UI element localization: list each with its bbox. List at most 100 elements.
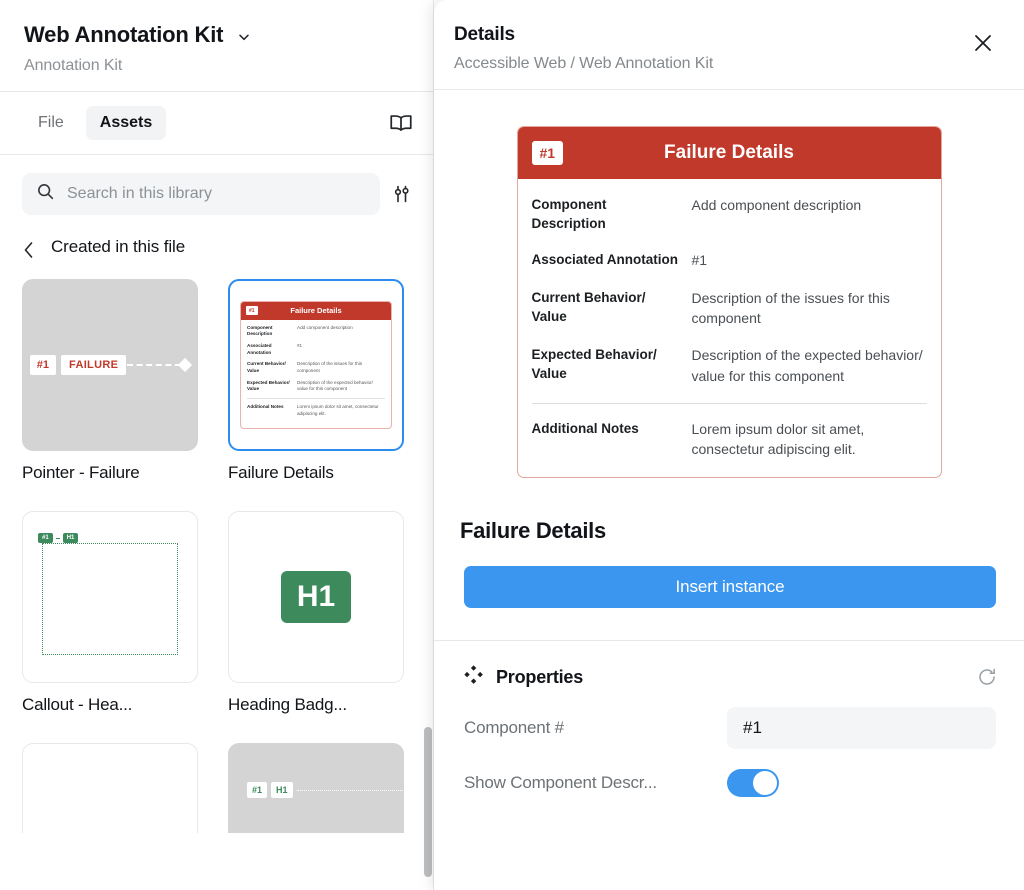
callout-heading-graphic: #1 H1	[34, 531, 186, 663]
library-panel: Web Annotation Kit Annotation Kit File A…	[0, 0, 434, 890]
failure-card-row-value: Add component description	[691, 197, 862, 213]
filter-sliders-icon[interactable]	[390, 182, 414, 206]
mini-row: Additional Notes Lorem ipsum dolor sit a…	[247, 404, 385, 417]
component-number-input[interactable]: #1	[727, 707, 996, 750]
tab-assets[interactable]: Assets	[85, 106, 167, 140]
asset-thumbnail-partial-callout[interactable]: #1 H1	[228, 743, 404, 833]
insert-instance-wrap: Insert instance	[434, 544, 1024, 609]
chevron-down-icon[interactable]	[237, 30, 251, 44]
component-name-heading: Failure Details	[460, 518, 606, 544]
show-component-description-toggle[interactable]	[727, 769, 779, 798]
failure-card-row: Expected Behavior/ Value Description of …	[532, 345, 927, 386]
failure-card-header: #1 Failure Details	[517, 127, 941, 179]
callout-heading-tag: H1	[271, 782, 293, 798]
failure-card-row-key: Current Behavior/ Value	[531, 289, 646, 324]
library-title: Web Annotation Kit	[24, 22, 224, 47]
properties-title: Properties	[496, 666, 584, 687]
chevron-left-icon[interactable]	[22, 241, 35, 258]
library-title-row[interactable]: Web Annotation Kit	[24, 22, 410, 48]
search-input[interactable]	[67, 185, 366, 203]
mini-card-title: Failure Details	[290, 306, 342, 316]
failure-card-row-key: Component Description	[531, 197, 607, 232]
tab-file[interactable]: File	[24, 106, 78, 140]
mini-card-separator	[247, 397, 385, 399]
asset-thumbnail-selected[interactable]: #1 Failure Details Component Description…	[228, 279, 404, 451]
book-icon[interactable]	[388, 110, 414, 136]
app-root: Web Annotation Kit Annotation Kit File A…	[0, 0, 1024, 890]
asset-item-heading-badge[interactable]: H1 Heading Badg...	[228, 511, 404, 715]
refresh-icon[interactable]	[976, 666, 998, 688]
pointer-line	[127, 364, 182, 366]
toggle-knob	[753, 771, 777, 796]
pointer-diamond-icon	[178, 357, 193, 373]
mini-row-value: Add component description	[297, 324, 353, 330]
asset-thumbnail[interactable]: #1 H1	[22, 511, 198, 683]
mini-row: Expected Behavior/ Value Description of …	[247, 380, 385, 393]
failure-details-card: #1 Failure Details Component Description…	[516, 126, 942, 479]
search-box[interactable]	[22, 173, 380, 215]
insert-instance-button[interactable]: Insert instance	[464, 566, 996, 609]
failure-card-row-key: Expected Behavior/ Value	[531, 347, 657, 382]
asset-thumbnail-partial-blank[interactable]	[22, 743, 198, 833]
callout-dotted-line	[296, 789, 403, 791]
details-breadcrumb: Accessible Web / Web Annotation Kit	[454, 55, 714, 72]
asset-label: Failure Details	[228, 463, 334, 482]
asset-thumbnail[interactable]: #1 FAILURE	[22, 279, 198, 451]
property-row-show-component-description: Show Component Descr...	[434, 749, 1024, 798]
property-label: Show Component Descr...	[464, 773, 657, 793]
mini-row: Current Behavior/ Value Description of t…	[247, 361, 385, 374]
mini-row: Component Description Add component desc…	[247, 325, 385, 338]
properties-header: Properties	[434, 641, 1024, 689]
failure-card-title: Failure Details	[664, 142, 794, 163]
pointer-failure-tag: FAILURE	[61, 355, 127, 375]
failure-card-body: Component Description Add component desc…	[518, 179, 941, 477]
callout-heading-tag: H1	[62, 533, 79, 543]
mini-row-key: Current Behavior/ Value	[247, 361, 286, 373]
mini-row: Associated Annotation #1	[247, 343, 385, 356]
failure-card-row-key: Associated Annotation	[531, 252, 679, 268]
mini-row-value: Description of the expected behavior/ va…	[297, 379, 373, 392]
asset-item-callout-heading[interactable]: #1 H1 Callout - Hea...	[22, 511, 198, 715]
component-preview: #1 Failure Details Component Description…	[434, 90, 1024, 518]
mini-row-value: Description of the issues for this compo…	[297, 361, 363, 373]
callout-number-badge: #1	[247, 782, 268, 798]
failure-card-row-value: #1	[691, 252, 708, 269]
failure-card-row-key: Additional Notes	[531, 420, 639, 436]
details-header: Details Accessible Web / Web Annotation …	[434, 0, 1024, 89]
failure-card-row-value: Description of the expected behavior/ va…	[691, 347, 923, 384]
callout-number-badge: #1	[38, 533, 53, 543]
mini-row-key: Associated Annotation	[247, 343, 272, 355]
search-row	[0, 155, 434, 215]
mini-row-key: Additional Notes	[247, 403, 284, 409]
failure-card-row-value: Lorem ipsum dolor sit amet, consectetur …	[691, 420, 865, 458]
pointer-failure-graphic: #1 FAILURE	[29, 355, 193, 375]
asset-item-pointer-failure[interactable]: #1 FAILURE Pointer - Failure	[22, 279, 198, 483]
mini-card-rows: Component Description Add component desc…	[241, 320, 391, 429]
asset-label: Callout - Hea...	[22, 695, 133, 714]
library-subtitle: Annotation Kit	[24, 57, 123, 74]
breadcrumb[interactable]: Created in this file	[0, 215, 434, 258]
asset-grid-overflow-row: #1 H1	[0, 743, 434, 833]
asset-grid: #1 FAILURE Pointer - Failure #1 Failure …	[0, 257, 434, 715]
heading-badge-graphic: H1	[281, 571, 351, 623]
pointer-number-badge: #1	[29, 355, 57, 375]
breadcrumb-label: Created in this file	[51, 237, 186, 256]
failure-card-row-notes: Additional Notes Lorem ipsum dolor sit a…	[532, 419, 927, 460]
library-tabs: File Assets	[0, 92, 434, 154]
failure-card-row: Current Behavior/ Value Description of t…	[532, 288, 927, 329]
library-header: Web Annotation Kit Annotation Kit	[0, 0, 434, 91]
callout-dotted-box	[42, 543, 178, 655]
failure-card-row: Component Description Add component desc…	[532, 195, 927, 233]
library-scrollbar[interactable]	[424, 727, 432, 877]
mini-row-key: Expected Behavior/ Value	[247, 379, 290, 392]
failure-card-row-value: Description of the issues for this compo…	[691, 289, 890, 326]
callout-badges-partial: #1 H1	[247, 782, 403, 798]
mini-card-header: #1 Failure Details	[241, 301, 391, 320]
asset-item-failure-details[interactable]: #1 Failure Details Component Description…	[228, 279, 404, 483]
callout-link-line	[55, 537, 60, 539]
asset-thumbnail[interactable]: H1	[228, 511, 404, 683]
property-label: Component #	[464, 718, 564, 738]
failure-card-number-badge: #1	[531, 141, 564, 165]
close-icon[interactable]	[968, 28, 998, 58]
failure-card-separator	[531, 402, 927, 404]
